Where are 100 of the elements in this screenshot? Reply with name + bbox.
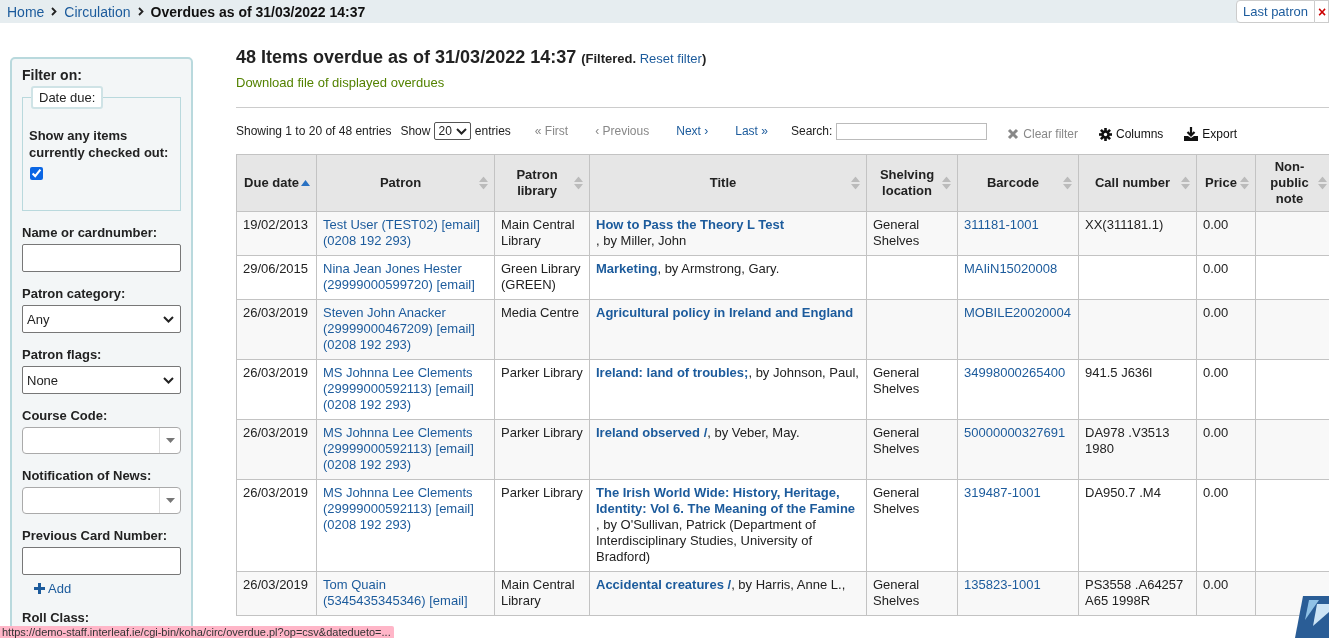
table-cell: Green Library (GREEN) [494, 255, 590, 300]
column-header[interactable]: Patron library [494, 154, 590, 212]
triangle-down-icon [165, 498, 175, 503]
author-text: , by Harris, Anne L., [731, 577, 846, 593]
table-cell: 29/06/2015 [236, 255, 317, 300]
export-button[interactable]: Export [1184, 127, 1238, 141]
filter-note: (Filtered. Reset filter) [581, 51, 707, 66]
column-header[interactable]: Patron [316, 154, 495, 212]
barcode-link[interactable]: MOBILE20020004 [964, 305, 1071, 320]
checkbox[interactable] [30, 167, 43, 180]
table-cell: General Shelves [866, 571, 958, 616]
close-button[interactable]: × [1315, 0, 1329, 23]
input-field[interactable] [22, 547, 181, 575]
entries-info: Showing 1 to 20 of 48 entries [236, 124, 392, 138]
field-label: Show any items currently checked out: [29, 127, 170, 161]
download-icon [1184, 127, 1199, 141]
table-cell: DA978 .V3513 1980 [1078, 419, 1197, 480]
plus-icon [34, 583, 45, 594]
barcode-link[interactable]: 319487-1001 [964, 485, 1041, 500]
column-header[interactable]: Barcode [957, 154, 1079, 212]
table-cell: General Shelves [866, 419, 958, 480]
table-cell: 26/03/2019 [236, 359, 317, 420]
column-header[interactable]: Price [1196, 154, 1256, 212]
field-label: Patron flags: [22, 347, 103, 362]
table-cell: General Shelves [866, 479, 958, 572]
barcode-link[interactable]: 135823-1001 [964, 577, 1041, 592]
close-icon [1007, 128, 1020, 140]
page-length-select[interactable]: 20 [434, 122, 471, 140]
table-cell: 0.00 [1196, 299, 1256, 360]
select-field[interactable]: Any [22, 305, 181, 333]
breadcrumb-link[interactable]: Home [7, 3, 45, 20]
field-label: Roll Class: [22, 610, 91, 625]
field-label: Notification of News: [22, 468, 153, 483]
table-cell: Parker Library [494, 479, 590, 572]
input-field[interactable] [22, 244, 181, 272]
author-text: , by O'Sullivan, Patrick (Department of Interdisciplinary Studies, University of Bradford) [596, 517, 817, 565]
table-cell: General Shelves [866, 359, 958, 420]
chevron-down-icon [163, 315, 174, 323]
table-cell: 0.00 [1196, 571, 1256, 616]
show-label: Show [400, 124, 431, 138]
patron-link[interactable]: MS Johnna Lee Clements (29999000592113) [email] (0208 192 293) [323, 485, 488, 533]
table-cell: Main Central Library [494, 211, 590, 256]
column-header[interactable]: Shelving location [866, 154, 958, 212]
title-link[interactable]: Ireland observed / [596, 425, 708, 441]
breadcrumb-current: Overdues as of 31/03/2022 14:37 [150, 3, 366, 20]
reset-filter-link[interactable]: Reset filter [639, 51, 702, 66]
field-label: Course Code: [22, 408, 109, 423]
page-heading: 48 Items overdue as of 31/03/2022 14:37 [236, 47, 577, 68]
barcode-link[interactable]: MAIiN15020008 [964, 261, 1058, 276]
select-field[interactable]: None [22, 366, 181, 394]
download-link[interactable]: Download file of displayed overdues [236, 75, 445, 90]
patron-link[interactable]: Nina Jean Jones Hester (29999000599720) [email] [323, 261, 488, 293]
field-label: Name or cardnumber: [22, 225, 159, 240]
columns-button[interactable]: Columns [1099, 127, 1164, 141]
table-cell: 19/02/2013 [236, 211, 317, 256]
breadcrumb-link[interactable]: Circulation [64, 3, 131, 20]
column-header[interactable]: Title [589, 154, 867, 212]
barcode-link[interactable]: 311181-1001 [964, 217, 1039, 232]
title-link[interactable]: The Irish World Wide: History, Heritage, Identity: Vol 6. The Meaning of the Famine [596, 485, 860, 517]
column-header[interactable]: Call number [1078, 154, 1197, 212]
patron-link[interactable]: MS Johnna Lee Clements (29999000592113) [email] (0208 192 293) [323, 365, 488, 413]
author-text: , by Johnson, Paul, [748, 365, 859, 381]
field-label: Previous Card Number: [22, 528, 169, 543]
column-header[interactable]: Non-public note [1255, 154, 1329, 212]
patron-link[interactable]: Tom Quain (5345435345346) [email] [323, 577, 488, 609]
table-cell: 941.5 J636l [1078, 359, 1197, 420]
patron-link[interactable]: MS Johnna Lee Clements (29999000592113) [email] (0208 192 293) [323, 425, 488, 473]
chevron-icon [51, 7, 58, 16]
table-cell: General Shelves [866, 211, 958, 256]
pagination-link[interactable]: Last » [735, 124, 768, 138]
table-cell: XX(311181.1) [1078, 211, 1197, 256]
patron-link[interactable]: Steven John Anacker (29999000467209) [email] (0208 192 293) [323, 305, 488, 353]
title-link[interactable]: Ireland: land of troubles; [596, 365, 749, 381]
table-cell: 26/03/2019 [236, 299, 317, 360]
patron-link[interactable]: Test User (TEST02) [email] (0208 192 293) [323, 217, 488, 249]
table-cell: Parker Library [494, 419, 590, 480]
title-link[interactable]: How to Pass the Theory L Test [596, 217, 785, 233]
field-label: Patron category: [22, 286, 127, 301]
corner-logo-icon[interactable] [1295, 596, 1329, 638]
search-field[interactable] [836, 122, 988, 140]
status-bar-url: https://demo-staff.interleaf.ie/cgi-bin/koha/circ/overdue.pl?op=csv&datedueto=... [0, 626, 394, 638]
settings-icon [1099, 127, 1112, 141]
last-patron-button[interactable]: Last patron [1235, 0, 1315, 23]
chevron-icon [137, 7, 144, 16]
table-cell: 26/03/2019 [236, 571, 317, 616]
combo-field[interactable] [22, 487, 181, 514]
table-cell: Media Centre [494, 299, 590, 360]
add-link[interactable]: Add [34, 581, 72, 596]
combo-field[interactable] [22, 427, 181, 454]
triangle-down-icon [165, 438, 175, 443]
table-cell: 0.00 [1196, 211, 1256, 256]
author-text: , by Armstrong, Gary. [657, 261, 780, 277]
column-header[interactable]: Due date [236, 154, 317, 212]
title-link[interactable]: Accidental creatures / [596, 577, 732, 593]
table-cell: 0.00 [1196, 255, 1256, 300]
table-cell: 0.00 [1196, 419, 1256, 480]
barcode-link[interactable]: 34998000265400 [964, 365, 1066, 380]
filter-title: Filter on: [22, 67, 83, 83]
pagination-link[interactable]: Next › [676, 124, 709, 138]
barcode-link[interactable]: 50000000327691 [964, 425, 1066, 440]
